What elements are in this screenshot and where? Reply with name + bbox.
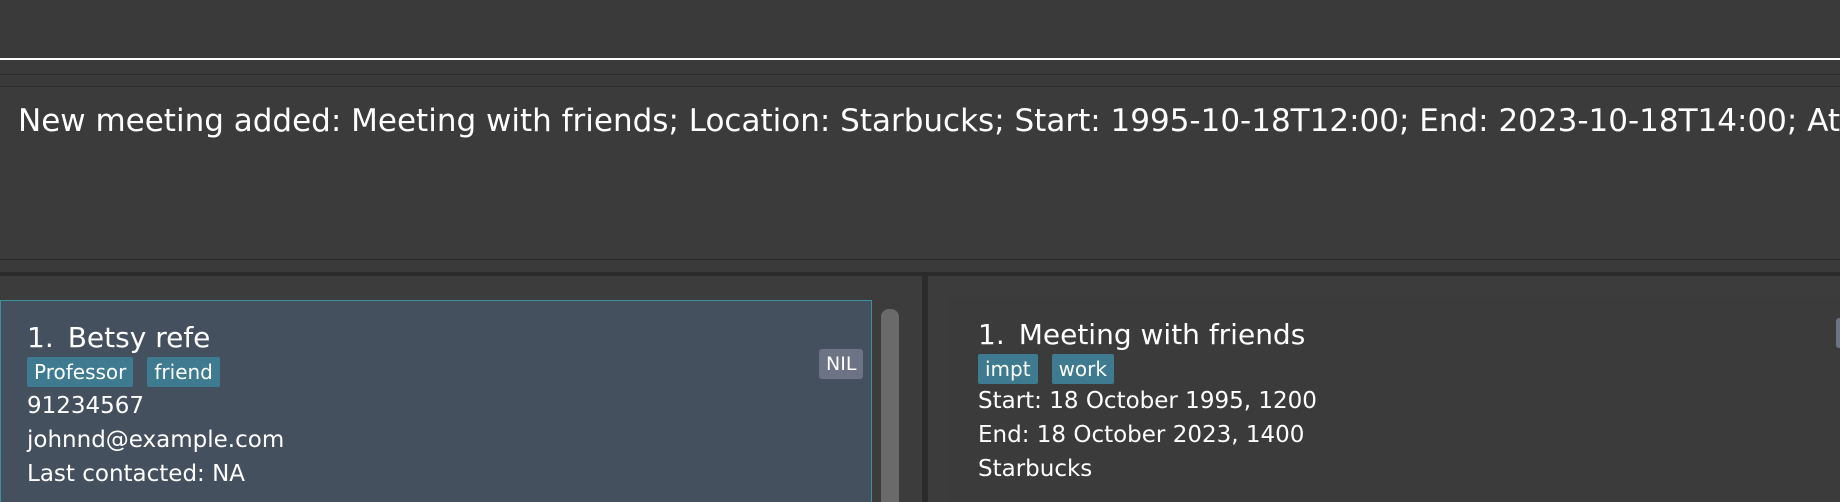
lists-area: 1. Betsy refe NIL Professor friend 912345… — [0, 272, 1840, 502]
person-title: 1. Betsy refe — [27, 321, 210, 355]
person-index: 1. — [27, 321, 54, 354]
meeting-status-badge — [1836, 318, 1840, 348]
person-card[interactable]: 1. Betsy refe NIL Professor friend 912345… — [0, 300, 872, 502]
meeting-card[interactable]: 1. Meeting with friends impt work Start: … — [948, 298, 1840, 502]
app-window: New meeting added: Meeting with friends;… — [0, 0, 1840, 502]
tag-impt: impt — [978, 354, 1038, 384]
person-tags: Professor friend — [27, 357, 220, 387]
tag-friend: friend — [147, 357, 220, 387]
meeting-end: End: 18 October 2023, 1400 — [978, 422, 1305, 448]
meeting-name: Meeting with friends — [1018, 318, 1306, 351]
meeting-list-panel: 1. Meeting with friends impt work Start: … — [928, 276, 1840, 502]
meeting-tags: impt work — [978, 354, 1114, 384]
result-display: New meeting added: Meeting with friends;… — [0, 86, 1840, 260]
meeting-start: Start: 18 October 1995, 1200 — [978, 388, 1317, 414]
tag-work: work — [1051, 354, 1114, 384]
tag-professor: Professor — [27, 357, 134, 387]
status-badge: NIL — [819, 349, 864, 379]
person-name: Betsy refe — [67, 321, 211, 354]
person-list-panel: 1. Betsy refe NIL Professor friend 912345… — [0, 276, 922, 502]
divider — [0, 74, 1840, 75]
command-input[interactable] — [0, 0, 1840, 60]
meeting-title: 1. Meeting with friends — [978, 318, 1305, 352]
person-email: johnnd@example.com — [27, 427, 285, 453]
person-last-contacted: Last contacted: NA — [27, 461, 246, 487]
scrollbar-thumb[interactable] — [881, 309, 899, 502]
person-phone: 91234567 — [27, 393, 145, 419]
meeting-location: Starbucks — [978, 456, 1093, 482]
result-message: New meeting added: Meeting with friends;… — [18, 103, 1840, 139]
meeting-index: 1. — [978, 318, 1005, 351]
